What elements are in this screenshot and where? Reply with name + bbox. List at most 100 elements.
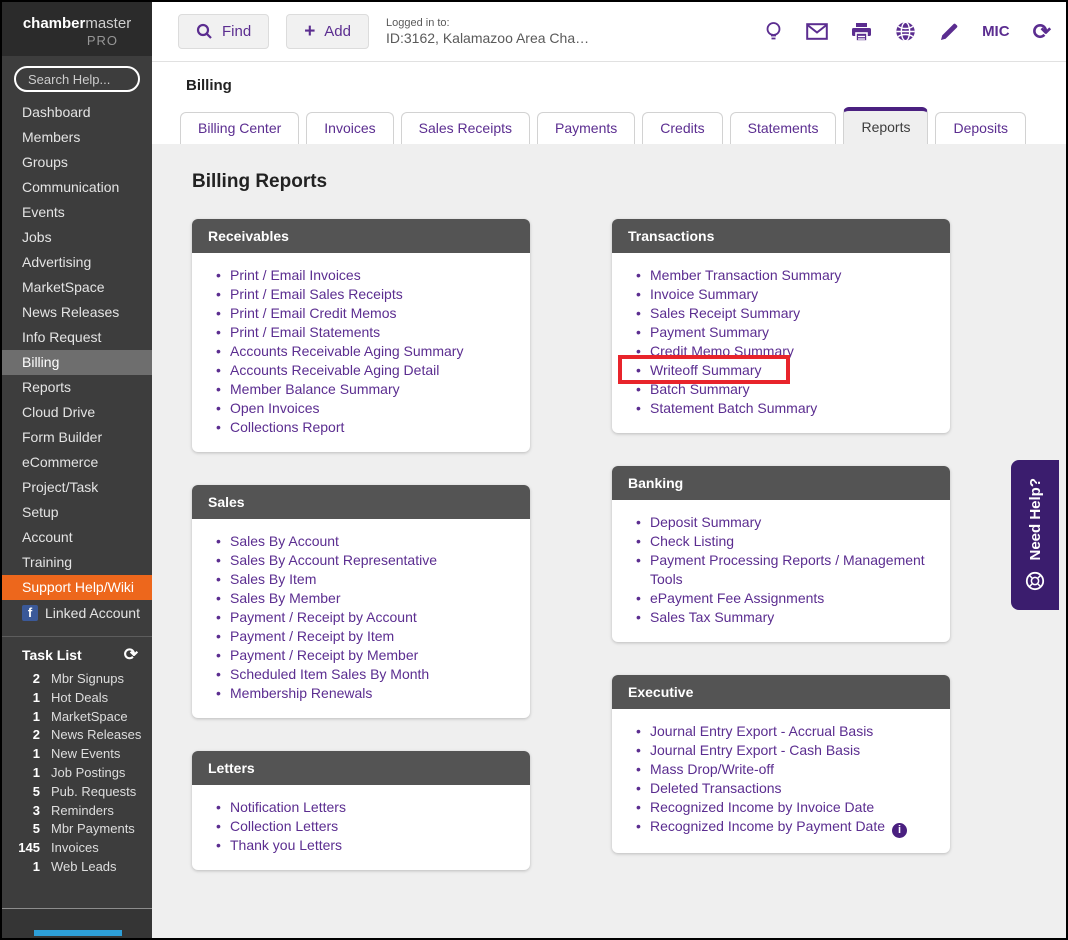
report-link-membership-renewals[interactable]: Membership Renewals	[214, 684, 516, 703]
report-link-member-balance-summary[interactable]: Member Balance Summary	[214, 380, 516, 399]
report-link-collection-letters[interactable]: Collection Letters	[214, 817, 516, 836]
report-link-print-email-credit-memos[interactable]: Print / Email Credit Memos	[214, 304, 516, 323]
search-help-input[interactable]	[14, 66, 140, 92]
sidebar-item-info-request[interactable]: Info Request	[2, 325, 152, 350]
task-item-job-postings[interactable]: 1Job Postings	[2, 764, 152, 783]
report-link-batch-summary[interactable]: Batch Summary	[634, 380, 936, 399]
sidebar-item-project-task[interactable]: Project/Task	[2, 475, 152, 500]
tab-credits[interactable]: Credits	[642, 112, 722, 144]
task-item-marketspace[interactable]: 1MarketSpace	[2, 708, 152, 727]
sidebar-item-events[interactable]: Events	[2, 200, 152, 225]
task-item-pub-requests[interactable]: 5Pub. Requests	[2, 783, 152, 802]
report-link-print-email-invoices[interactable]: Print / Email Invoices	[214, 266, 516, 285]
report-link-accounts-receivable-aging-summary[interactable]: Accounts Receivable Aging Summary	[214, 342, 516, 361]
tab-billing-center[interactable]: Billing Center	[180, 112, 299, 144]
globe-icon[interactable]	[895, 21, 916, 42]
report-link-epayment-fee-assignments[interactable]: ePayment Fee Assignments	[634, 589, 936, 608]
sidebar-item-ecommerce[interactable]: eCommerce	[2, 450, 152, 475]
sidebar-item-marketspace[interactable]: MarketSpace	[2, 275, 152, 300]
report-link-recognized-income-by-invoice-date[interactable]: Recognized Income by Invoice Date	[634, 798, 936, 817]
tab-reports[interactable]: Reports	[843, 107, 928, 144]
edit-pencil-icon[interactable]	[939, 22, 959, 42]
report-link-label: Deposit Summary	[650, 514, 761, 530]
sidebar-item-reports[interactable]: Reports	[2, 375, 152, 400]
report-link-sales-receipt-summary[interactable]: Sales Receipt Summary	[634, 304, 936, 323]
sidebar-item-form-builder[interactable]: Form Builder	[2, 425, 152, 450]
lightbulb-icon[interactable]	[764, 21, 783, 43]
report-link-invoice-summary[interactable]: Invoice Summary	[634, 285, 936, 304]
sidebar-item-account[interactable]: Account	[2, 525, 152, 550]
report-link-thank-you-letters[interactable]: Thank you Letters	[214, 836, 516, 855]
report-link-deposit-summary[interactable]: Deposit Summary	[634, 513, 936, 532]
horizontal-scrollbar-thumb[interactable]	[34, 930, 122, 936]
sidebar-item-communication[interactable]: Communication	[2, 175, 152, 200]
report-link-payment-processing-reports-management-tools[interactable]: Payment Processing Reports / Management …	[634, 551, 936, 589]
task-count: 1	[2, 709, 40, 726]
sidebar-item-members[interactable]: Members	[2, 125, 152, 150]
task-item-news-releases[interactable]: 2News Releases	[2, 726, 152, 745]
report-link-check-listing[interactable]: Check Listing	[634, 532, 936, 551]
report-link-print-email-statements[interactable]: Print / Email Statements	[214, 323, 516, 342]
task-count: 3	[2, 803, 40, 820]
report-link-list: Journal Entry Export - Accrual BasisJour…	[612, 709, 950, 853]
report-link-open-invoices[interactable]: Open Invoices	[214, 399, 516, 418]
tab-deposits[interactable]: Deposits	[935, 112, 1025, 144]
report-link-scheduled-item-sales-by-month[interactable]: Scheduled Item Sales By Month	[214, 665, 516, 684]
report-link-sales-by-item[interactable]: Sales By Item	[214, 570, 516, 589]
sidebar-item-dashboard[interactable]: Dashboard	[2, 100, 152, 125]
task-item-mbr-signups[interactable]: 2Mbr Signups	[2, 670, 152, 689]
add-button[interactable]: + Add	[286, 14, 369, 49]
sidebar-item-training[interactable]: Training	[2, 550, 152, 575]
report-link-payment-receipt-by-member[interactable]: Payment / Receipt by Member	[214, 646, 516, 665]
tab-payments[interactable]: Payments	[537, 112, 635, 144]
sidebar-item-jobs[interactable]: Jobs	[2, 225, 152, 250]
report-link-print-email-sales-receipts[interactable]: Print / Email Sales Receipts	[214, 285, 516, 304]
sidebar-item-groups[interactable]: Groups	[2, 150, 152, 175]
report-link-sales-by-account-representative[interactable]: Sales By Account Representative	[214, 551, 516, 570]
report-link-statement-batch-summary[interactable]: Statement Batch Summary	[634, 399, 936, 418]
task-item-reminders[interactable]: 3Reminders	[2, 802, 152, 821]
report-link-deleted-transactions[interactable]: Deleted Transactions	[634, 779, 936, 798]
panel-letters: LettersNotification LettersCollection Le…	[192, 751, 530, 870]
report-link-member-transaction-summary[interactable]: Member Transaction Summary	[634, 266, 936, 285]
sidebar-item-advertising[interactable]: Advertising	[2, 250, 152, 275]
report-link-credit-memo-summary[interactable]: Credit Memo Summary	[634, 342, 936, 361]
mic-label[interactable]: MIC	[982, 23, 1010, 40]
report-link-recognized-income-by-payment-date[interactable]: Recognized Income by Payment Datei	[634, 817, 936, 838]
task-item-new-events[interactable]: 1New Events	[2, 745, 152, 764]
task-item-invoices[interactable]: 145Invoices	[2, 839, 152, 858]
task-refresh-icon[interactable]: ⟳	[124, 648, 138, 662]
report-link-sales-by-member[interactable]: Sales By Member	[214, 589, 516, 608]
report-link-accounts-receivable-aging-detail[interactable]: Accounts Receivable Aging Detail	[214, 361, 516, 380]
task-item-mbr-payments[interactable]: 5Mbr Payments	[2, 820, 152, 839]
tab-statements[interactable]: Statements	[730, 112, 837, 144]
report-link-label: Journal Entry Export - Cash Basis	[650, 742, 860, 758]
print-icon[interactable]	[851, 22, 872, 42]
sidebar-item-billing[interactable]: Billing	[2, 350, 152, 375]
mail-icon[interactable]	[806, 23, 828, 40]
report-link-payment-summary[interactable]: Payment Summary	[634, 323, 936, 342]
report-link-payment-receipt-by-account[interactable]: Payment / Receipt by Account	[214, 608, 516, 627]
report-link-mass-drop-write-off[interactable]: Mass Drop/Write-off	[634, 760, 936, 779]
tab-invoices[interactable]: Invoices	[306, 112, 393, 144]
report-link-payment-receipt-by-item[interactable]: Payment / Receipt by Item	[214, 627, 516, 646]
sidebar-item-linked-account[interactable]: f Linked Account	[2, 600, 152, 626]
sidebar-item-cloud-drive[interactable]: Cloud Drive	[2, 400, 152, 425]
sidebar-item-news-releases[interactable]: News Releases	[2, 300, 152, 325]
task-item-hot-deals[interactable]: 1Hot Deals	[2, 689, 152, 708]
tab-sales-receipts[interactable]: Sales Receipts	[401, 112, 530, 144]
sidebar-item-setup[interactable]: Setup	[2, 500, 152, 525]
report-link-sales-tax-summary[interactable]: Sales Tax Summary	[634, 608, 936, 627]
report-link-writeoff-summary[interactable]: Writeoff Summary	[634, 361, 936, 380]
report-link-sales-by-account[interactable]: Sales By Account	[214, 532, 516, 551]
report-link-journal-entry-export-accrual-basis[interactable]: Journal Entry Export - Accrual Basis	[634, 722, 936, 741]
refresh-icon[interactable]: ⟳	[1033, 22, 1051, 42]
report-link-notification-letters[interactable]: Notification Letters	[214, 798, 516, 817]
need-help-tab[interactable]: Need Help?	[1011, 460, 1059, 610]
info-icon[interactable]: i	[892, 823, 907, 838]
sidebar-item-support-help-wiki[interactable]: Support Help/Wiki	[2, 575, 152, 600]
report-link-journal-entry-export-cash-basis[interactable]: Journal Entry Export - Cash Basis	[634, 741, 936, 760]
task-item-web-leads[interactable]: 1Web Leads	[2, 858, 152, 877]
find-button[interactable]: Find	[178, 14, 269, 49]
report-link-collections-report[interactable]: Collections Report	[214, 418, 516, 437]
